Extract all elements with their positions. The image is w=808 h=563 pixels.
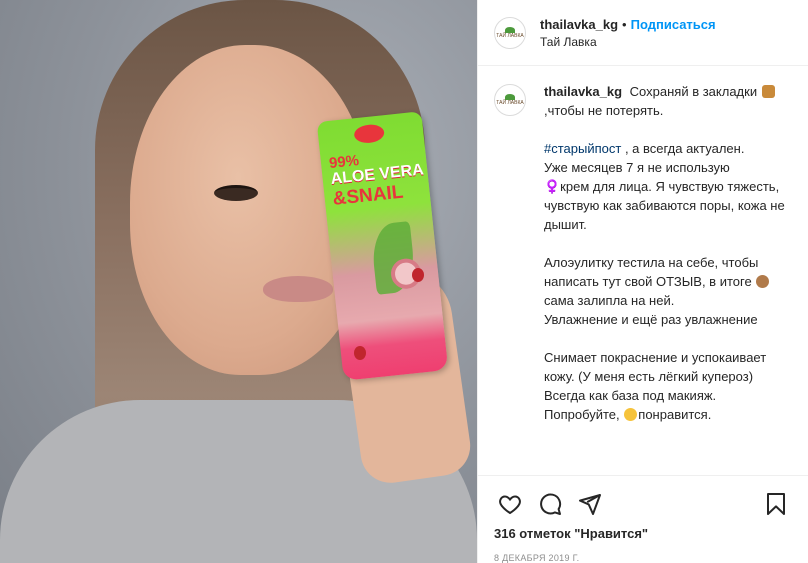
follow-button[interactable]: Подписаться — [631, 17, 716, 32]
caption-username-link[interactable]: thailavka_kg — [544, 84, 622, 99]
post-header: ТАЙ ЛАВКА thailavka_kg • Подписаться Тай… — [478, 0, 808, 66]
smile-emoji-icon — [624, 408, 638, 421]
bookmark-icon — [767, 493, 785, 515]
share-icon — [579, 494, 601, 515]
caption-intro-end: ,чтобы не потерять. — [544, 103, 664, 118]
caption-text: thailavka_kg Сохраняй в закладки ,чтобы … — [544, 82, 792, 424]
caption-text-line: Увлажнение ‍‍и ещё раз увлажнение — [544, 312, 758, 327]
caption-text-line: Снимает покраснение и успокаивает кожу. … — [544, 350, 767, 384]
logo-leaf-icon — [505, 26, 515, 33]
post-date[interactable]: 8 ДЕКАБРЯ 2019 Г. — [490, 553, 796, 563]
comment-button[interactable] — [530, 484, 570, 524]
caption-text-line: ‍♀️крем для лица. Я чувствую тяжесть, чу… — [544, 179, 785, 232]
caption-text-line: Всегда ‍‍как база под макияж. — [544, 388, 717, 403]
location-link[interactable]: Тай Лавка — [540, 35, 716, 49]
lips — [263, 276, 333, 302]
caption-text-line: сама залипла на ней. — [544, 293, 675, 308]
avatar[interactable]: ТАЙ ЛАВКА — [494, 16, 526, 49]
caption-text-line: Попробуйте, — [544, 407, 620, 422]
fingernail — [354, 346, 366, 360]
fingernail — [412, 268, 424, 282]
caption-avatar[interactable]: ТАЙ ЛАВКА — [494, 84, 526, 116]
avatar-logo-text: ТАЙ ЛАВКА — [496, 100, 524, 106]
caption-text-line: Алоэулитку тестила на себе, чтобы написа… — [544, 255, 759, 289]
caption-intro: Сохраняй в закладки — [629, 84, 758, 99]
eye — [214, 185, 258, 201]
avatar-logo-text: ТАЙ ЛАВКА — [496, 32, 524, 39]
caption: ТАЙ ЛАВКА thailavka_kg Сохраняй в заклад… — [494, 82, 792, 424]
bookmark-emoji-icon — [761, 85, 775, 98]
like-button[interactable] — [490, 484, 530, 524]
brand-badge — [353, 123, 386, 145]
caption-text-line: Уже месяцев 7 я не использую — [544, 160, 730, 175]
share-button[interactable] — [570, 484, 610, 524]
instagram-post: 99% ALOE VERA &SNAIL ТАЙ ЛАВКА thailavka… — [0, 0, 808, 563]
actions-bar: 316 отметок "Нравится" 8 ДЕКАБРЯ 2019 Г. — [478, 475, 808, 563]
hashtag-link[interactable]: #старыйпост — [544, 141, 621, 156]
see-no-evil-monkey-icon — [756, 275, 770, 288]
username-link[interactable]: thailavka_kg — [540, 17, 618, 32]
comments-area: ТАЙ ЛАВКА thailavka_kg Сохраняй в заклад… — [478, 66, 808, 475]
save-button[interactable] — [756, 484, 796, 524]
comment-icon — [540, 493, 562, 515]
heart-icon — [499, 495, 521, 515]
separator-dot: • — [622, 16, 627, 32]
likes-count[interactable]: 316 отметок "Нравится" — [490, 526, 796, 541]
post-panel: ТАЙ ЛАВКА thailavka_kg • Подписаться Тай… — [477, 0, 808, 563]
caption-text-line: понравится. — [638, 407, 712, 422]
caption-text-line: , а всегда актуален. — [621, 141, 745, 156]
post-photo[interactable]: 99% ALOE VERA &SNAIL — [0, 0, 477, 563]
